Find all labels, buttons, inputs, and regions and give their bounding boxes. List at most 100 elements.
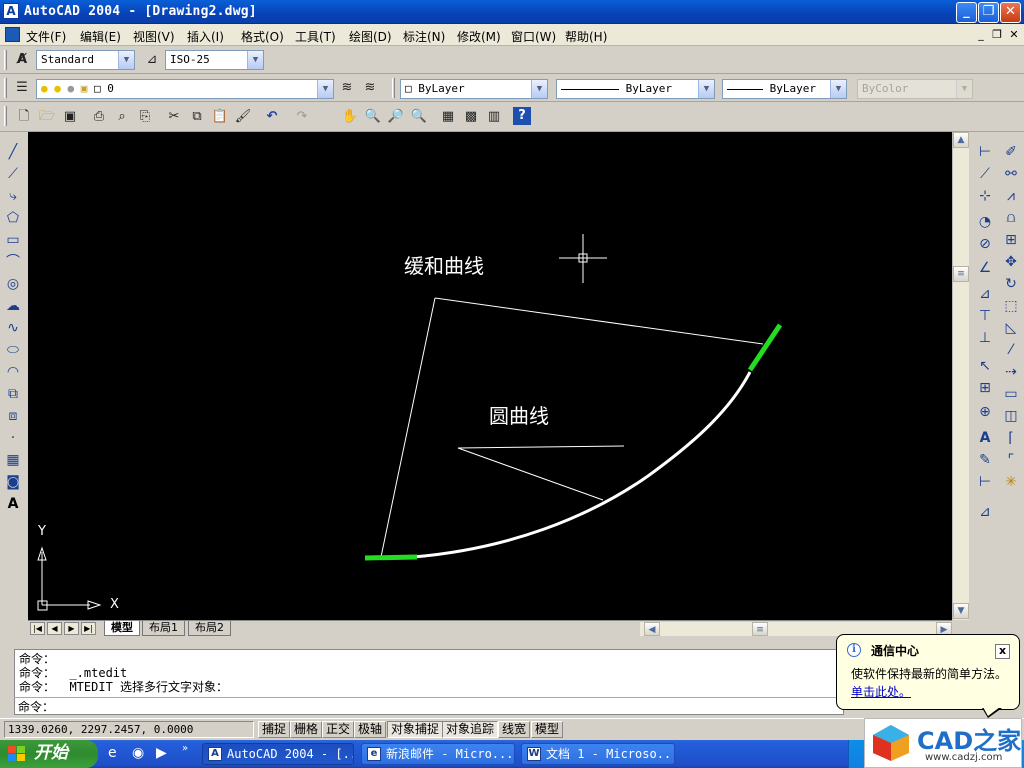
- dimension-style-icon[interactable]: ⊿: [975, 502, 995, 522]
- properties-icon[interactable]: ▦: [438, 107, 458, 127]
- print-icon[interactable]: ⎙: [89, 107, 109, 127]
- scroll-down-button[interactable]: ▼: [953, 603, 969, 619]
- toolbar-grip[interactable]: [392, 78, 395, 98]
- spline-icon[interactable]: ∿: [3, 318, 23, 338]
- explode-icon[interactable]: ✳: [1001, 472, 1021, 492]
- break-icon[interactable]: ◫: [1001, 406, 1021, 426]
- circular-curve[interactable]: [412, 371, 752, 559]
- point-icon[interactable]: ·: [3, 428, 23, 448]
- offset-icon[interactable]: ⩍: [1001, 208, 1021, 228]
- ordinate-dimension-icon[interactable]: ⊹: [975, 186, 995, 206]
- trim-icon[interactable]: ⁄: [1001, 340, 1021, 360]
- scale-icon[interactable]: ⬚: [1001, 296, 1021, 316]
- toolbar-grip[interactable]: [4, 106, 7, 126]
- menu-draw[interactable]: 绘图(D): [349, 28, 392, 45]
- copy-object-icon[interactable]: ⚯: [1001, 164, 1021, 184]
- coordinate-display[interactable]: 1339.0260, 2297.2457, 0.0000: [4, 721, 254, 738]
- balloon-link[interactable]: 单击此处。: [851, 683, 911, 700]
- text-style-select[interactable]: Standard ▼: [36, 50, 135, 70]
- polygon-icon[interactable]: ⬠: [3, 208, 23, 228]
- lineweight-select[interactable]: ByLayer ▼: [722, 79, 847, 99]
- next-tab-button[interactable]: ▶: [64, 622, 79, 635]
- polyline-icon[interactable]: ⤷: [3, 186, 23, 206]
- menu-help[interactable]: 帮助(H): [565, 28, 607, 45]
- document-icon[interactable]: [5, 27, 20, 42]
- hatch-icon[interactable]: ▦: [3, 450, 23, 470]
- leader-line-horizontal[interactable]: [457, 445, 625, 449]
- ellipse-icon[interactable]: ⬭: [3, 340, 23, 360]
- layer-select[interactable]: ● ● ● ▣ □ 0 ▼: [36, 79, 334, 99]
- doc-close-button[interactable]: ✕: [1007, 29, 1021, 42]
- menu-edit[interactable]: 编辑(E): [80, 28, 121, 45]
- grid-toggle[interactable]: 栅格: [290, 721, 323, 738]
- rotate-icon[interactable]: ↻: [1001, 274, 1021, 294]
- menu-insert[interactable]: 插入(I): [187, 28, 224, 45]
- doc-minimize-button[interactable]: _: [974, 29, 988, 42]
- region-icon[interactable]: ◙: [3, 472, 23, 492]
- quick-dimension-icon[interactable]: ⊿: [975, 284, 995, 304]
- maximize-button[interactable]: ❐: [978, 2, 999, 23]
- label-easement-curve[interactable]: 缓和曲线: [404, 250, 484, 279]
- lineweight-toggle[interactable]: 线宽: [498, 721, 531, 738]
- text-style-icon[interactable]: A̸: [12, 50, 32, 70]
- otrack-toggle[interactable]: 对象追踪: [442, 721, 499, 738]
- menu-view[interactable]: 视图(V): [133, 28, 175, 45]
- taskbar-item-word[interactable]: W 文档 1 - Microso...: [521, 743, 675, 765]
- ellipse-arc-icon[interactable]: ◠: [3, 362, 23, 382]
- chevron-down-icon[interactable]: ▼: [698, 80, 714, 98]
- new-file-icon[interactable]: 🗋: [14, 107, 34, 127]
- chamfer-icon[interactable]: ⌈: [1001, 428, 1021, 448]
- drawing-canvas[interactable]: 缓和曲线 圆曲线 Y X: [28, 132, 952, 620]
- dimension-update-icon[interactable]: ⊢: [975, 472, 995, 492]
- command-input[interactable]: 命令：: [14, 697, 844, 714]
- first-tab-button[interactable]: |◀: [30, 622, 45, 635]
- easement-curve-end[interactable]: [747, 323, 783, 372]
- chevron-down-icon[interactable]: ▼: [247, 51, 263, 69]
- desktop-quicklaunch-icon[interactable]: ◉: [132, 745, 148, 761]
- open-file-icon[interactable]: 🗁: [37, 107, 57, 127]
- multiline-text-icon[interactable]: A: [3, 494, 23, 514]
- tab-model[interactable]: 模型: [104, 621, 140, 636]
- plot-preview-icon[interactable]: ⌕: [112, 107, 132, 127]
- media-quicklaunch-icon[interactable]: ▶: [156, 745, 172, 761]
- chevron-down-icon[interactable]: ▼: [531, 80, 547, 98]
- match-properties-icon[interactable]: 🖌: [233, 107, 253, 127]
- scroll-thumb[interactable]: ≡: [752, 622, 768, 636]
- autocad-app-icon[interactable]: A: [3, 3, 19, 19]
- tab-layout1[interactable]: 布局1: [142, 621, 185, 636]
- linetype-select[interactable]: ByLayer ▼: [556, 79, 715, 99]
- ortho-toggle[interactable]: 正交: [322, 721, 355, 738]
- title-bar[interactable]: A AutoCAD 2004 - [Drawing2.dwg] _ ❐ ✕: [0, 0, 1024, 24]
- model-toggle[interactable]: 模型: [531, 721, 564, 738]
- aligned-dimension-icon[interactable]: ⟋: [975, 164, 995, 184]
- dim-style-icon[interactable]: ⊿: [142, 50, 162, 70]
- scroll-left-button[interactable]: ◀: [644, 622, 660, 636]
- arc-icon[interactable]: ⌒: [3, 252, 23, 272]
- revision-cloud-icon[interactable]: ☁: [3, 296, 23, 316]
- publish-icon[interactable]: ⎘: [135, 107, 155, 127]
- tolerance-icon[interactable]: ⊞: [975, 378, 995, 398]
- quicklaunch-expand-icon[interactable]: »: [182, 743, 192, 759]
- zoom-realtime-icon[interactable]: 🔍: [363, 107, 383, 127]
- radius-dimension-icon[interactable]: ◔: [975, 212, 995, 232]
- fillet-icon[interactable]: ⌜: [1001, 450, 1021, 470]
- taskbar-item-sina-mail[interactable]: e 新浪邮件 - Micro...: [361, 743, 515, 765]
- rectangle-icon[interactable]: ▭: [3, 230, 23, 250]
- move-icon[interactable]: ✥: [1001, 252, 1021, 272]
- extend-icon[interactable]: ⇢: [1001, 362, 1021, 382]
- minimize-button[interactable]: _: [956, 2, 977, 23]
- center-mark-icon[interactable]: ⊕: [975, 402, 995, 422]
- layer-previous-icon[interactable]: ≋: [360, 78, 380, 98]
- undo-icon[interactable]: ↶: [262, 107, 282, 127]
- mirror-icon[interactable]: ⩘: [1001, 186, 1021, 206]
- ie-quicklaunch-icon[interactable]: e: [108, 745, 124, 761]
- snap-toggle[interactable]: 捕捉: [258, 721, 291, 738]
- zoom-previous-icon[interactable]: 🔍: [409, 107, 429, 127]
- toolbar-grip[interactable]: [4, 50, 7, 70]
- drawing-svg[interactable]: [28, 132, 952, 620]
- last-tab-button[interactable]: ▶|: [81, 622, 96, 635]
- doc-restore-button[interactable]: ❐: [990, 29, 1004, 42]
- easement-curve-start[interactable]: [364, 554, 418, 561]
- color-select[interactable]: □ ByLayer ▼: [400, 79, 548, 99]
- vertical-scrollbar[interactable]: ▲ ≡ ▼: [952, 132, 969, 620]
